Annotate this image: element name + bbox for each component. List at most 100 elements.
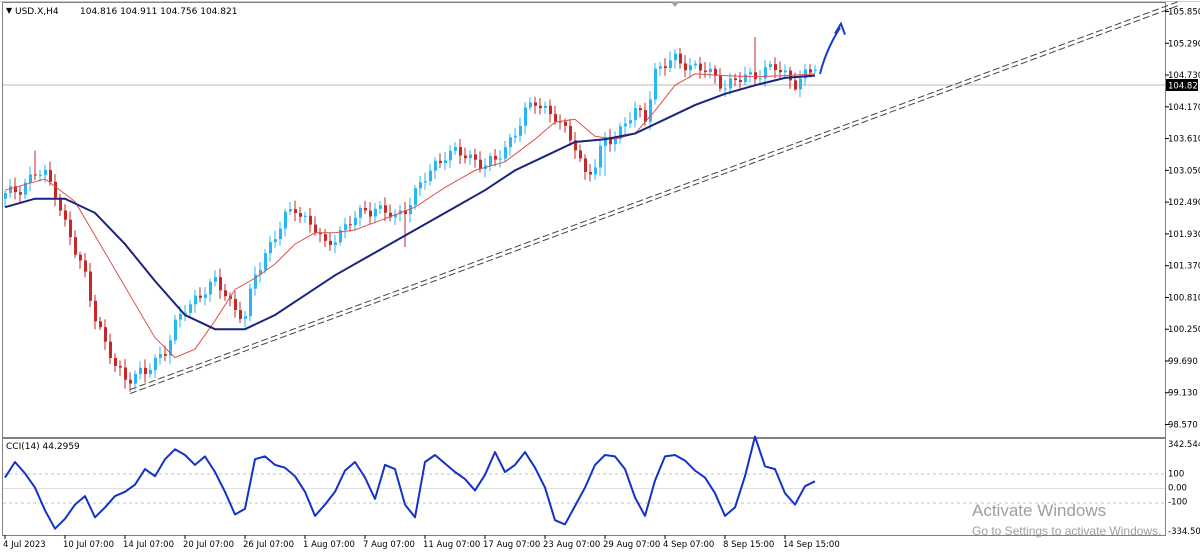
candle-body: [194, 295, 197, 305]
chart-canvas: 105.850105.290104.730104.170103.610103.0…: [0, 0, 1200, 550]
candle-body: [79, 254, 82, 261]
candle-body: [569, 125, 572, 141]
price-tick-label: 101.930: [1168, 230, 1200, 240]
candle-body: [189, 304, 192, 313]
candle-body: [724, 88, 727, 90]
candle-body: [769, 64, 772, 68]
candle-body: [524, 107, 527, 126]
time-tick-label: 7 Aug 07:00: [363, 540, 415, 550]
candle-body: [734, 78, 737, 81]
candle-body: [359, 208, 362, 218]
time-axis: 4 Jul 2023 10 Jul 07:00 14 Jul 07:00 20 Jul…: [3, 535, 840, 550]
candle-body: [499, 158, 502, 160]
candle-body: [294, 209, 297, 214]
candle-body: [434, 160, 437, 171]
candle-body: [264, 253, 267, 270]
candle-body: [809, 69, 812, 73]
candle-body: [654, 68, 657, 100]
price-tick-label: 102.490: [1168, 198, 1200, 208]
candle-body: [369, 210, 372, 217]
cci-axis: 342.54471000.00-100-334.5069: [1168, 440, 1200, 537]
candle-body: [659, 66, 662, 69]
candle-body: [199, 295, 202, 298]
price-tick-label: 99.690: [1168, 357, 1198, 367]
candle-body: [364, 208, 367, 211]
candle-body: [239, 310, 242, 319]
candle-body: [324, 234, 327, 241]
candle-body: [799, 78, 802, 90]
candle-body: [439, 160, 442, 164]
time-tick-label: 17 Aug 07:00: [483, 540, 540, 550]
candle-body: [634, 108, 637, 121]
candle-body: [279, 228, 282, 240]
price-tick-label: 105.290: [1168, 39, 1200, 49]
candle-body: [504, 147, 507, 159]
candle-body: [684, 63, 687, 71]
watermark-subtitle: Go to Settings to activate Windows.: [972, 524, 1162, 538]
candle-body: [289, 209, 292, 212]
candle-body: [314, 224, 317, 233]
candle-body: [489, 155, 492, 166]
symbol-label[interactable]: USD.X,H4: [15, 7, 59, 17]
candle-body: [544, 105, 547, 109]
candle-body: [599, 145, 602, 168]
candle-body: [664, 66, 667, 69]
candle-body: [694, 63, 697, 66]
candle-body: [579, 150, 582, 159]
candle-body: [594, 167, 597, 175]
candle-body: [374, 208, 377, 217]
time-tick-label: 14 Sep 15:00: [783, 540, 840, 550]
candle-body: [74, 237, 77, 255]
candle-body: [64, 210, 67, 220]
candle-body: [139, 367, 142, 374]
candle-body: [329, 240, 332, 245]
candle-body: [29, 174, 32, 183]
candle-body: [469, 154, 472, 159]
candle-body: [249, 288, 252, 317]
cci-tick-label: 100: [1168, 469, 1184, 479]
candle-body: [149, 370, 152, 375]
candle-body: [614, 138, 617, 145]
candle-body: [414, 188, 417, 205]
candle-body: [549, 105, 552, 115]
candle-body: [669, 60, 672, 69]
candle-body: [84, 260, 87, 272]
candle-body: [209, 281, 212, 295]
candle-body: [384, 205, 387, 213]
candle-body: [709, 68, 712, 72]
candle-body: [429, 170, 432, 182]
candle-body: [69, 219, 72, 238]
price-tick-label: 100.250: [1168, 325, 1200, 335]
candle-body: [164, 354, 167, 356]
candle-body: [494, 155, 497, 160]
candle-body: [159, 354, 162, 358]
candle-body: [94, 300, 97, 322]
candle-body: [244, 316, 247, 319]
candle-body: [219, 277, 222, 291]
candle-body: [754, 72, 757, 80]
candle-body: [444, 160, 447, 164]
candle-body: [649, 99, 652, 122]
candle-body: [114, 357, 117, 366]
candle-body: [464, 155, 467, 159]
candle-body: [354, 217, 357, 226]
candle-body: [744, 74, 747, 82]
candle-body: [459, 147, 462, 156]
candle-body: [534, 102, 537, 106]
candle-body: [49, 169, 52, 182]
candle-body: [584, 158, 587, 172]
candle-body: [214, 277, 217, 282]
symbol-dropdown-icon[interactable]: ▼: [6, 6, 13, 15]
time-tick-label: 26 Jul 07:00: [243, 540, 294, 550]
candle-body: [344, 224, 347, 230]
candle-body: [474, 154, 477, 160]
trendline-rail[interactable]: [129, 0, 1181, 391]
price-tick-label: 101.370: [1168, 262, 1200, 272]
candle-body: [9, 186, 12, 194]
candle-body: [424, 181, 427, 183]
candle-body: [699, 63, 702, 71]
scroll-handle-icon[interactable]: [671, 2, 679, 7]
candle-body: [719, 75, 722, 89]
time-tick-label: 1 Aug 07:00: [303, 540, 355, 550]
candle-body: [449, 150, 452, 161]
